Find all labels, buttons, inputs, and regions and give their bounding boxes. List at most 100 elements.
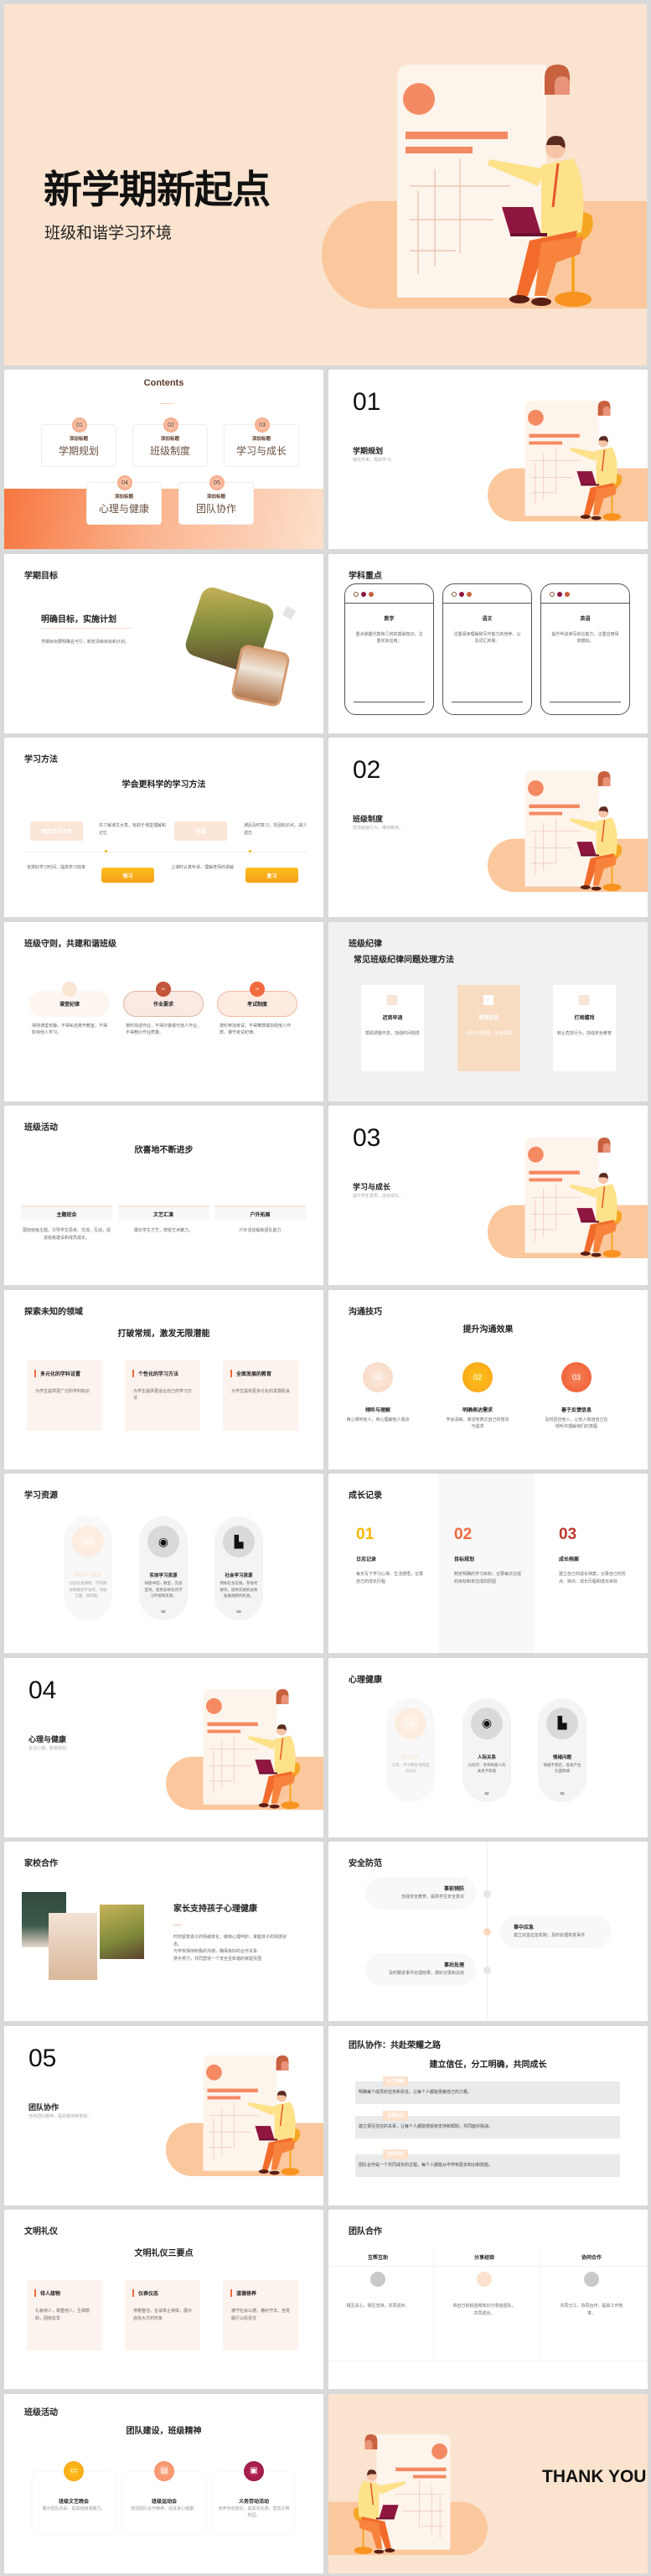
goals-heading: 明确目标，实施计划	[41, 614, 116, 625]
subject-title: 语文	[482, 616, 493, 622]
rule-text: 按时参加考试，不得舞弊或协助他人作弊，遵守考试纪律。	[220, 1023, 292, 1036]
safety-text: 及时跟进事件处理结果，做好记录和总结	[388, 1971, 464, 1976]
safety-pill: 事中应急 建立完善应急机制，及时处理突发事件	[500, 1915, 611, 1948]
teacher-illustration	[166, 2055, 323, 2176]
mental-slide: 心理健康 🖼 压力过大 工作、学习和生活的压力过大 01 ◉ 人际关系 与同学、…	[328, 1657, 648, 1837]
section-title: 团队协作	[28, 2102, 59, 2112]
subject-card: 语文 注重阅读理解和写作能力的培养，以及词汇积累。	[442, 583, 532, 715]
discipline-card: 01 迟到早退 帮助调整作息，加强时间观念	[361, 984, 424, 1071]
item-tag: 添加标题	[69, 437, 88, 442]
card-text: 穿着整洁，言谈举止得体，展示自信大方的形象	[133, 2309, 193, 2321]
event-title: 义务劳动活动	[238, 2499, 269, 2505]
item-number-badge: 04	[117, 475, 132, 490]
pill-number: 02	[161, 1609, 166, 1614]
step-circle: 01	[363, 1361, 393, 1392]
pill-title: 网络学习资源	[74, 1573, 102, 1578]
section-01-slide: 01 学期规划 继往开来，再启学习。	[328, 370, 648, 549]
subject-card: 英语 提升听说读写综合能力，注重应用场景模拟。	[540, 583, 630, 715]
divider	[433, 2247, 434, 2361]
rule-number-badge: 02	[156, 981, 171, 997]
activity-text: 围绕班级主题，引导学生思考、交流、互动，促进班级建设和成员成长。	[23, 1228, 111, 1241]
pill-title: 人际关系	[477, 1754, 496, 1760]
methods-slide: 学习方法 学会更科学的学习方法 制定学习计划 安排好学习时间，提高学习效率 先了…	[4, 738, 323, 917]
photo-books	[100, 1905, 144, 1959]
classevents-heading: 团队建设，班级精神	[126, 2426, 202, 2436]
divider	[173, 1925, 182, 1926]
resource-pill: 🖼 压力过大 工作、学习和生活的压力过大 01	[386, 1697, 435, 1802]
image-icon: 🖼	[72, 1526, 104, 1558]
card-text: 礼貌待人，尊重他人，互相帮助，团结友爱	[35, 2309, 90, 2321]
record-number: 02	[454, 1526, 473, 1543]
slide-header: 沟通技巧	[349, 1307, 382, 1317]
pill-text: 工作、学习和生活的压力过大	[391, 1762, 430, 1774]
pill-number: 01	[408, 1791, 413, 1796]
section-number: 05	[28, 2044, 57, 2072]
slide-header: 探索未知的领域	[24, 1307, 83, 1317]
column-text: 共同分工，协同合作，提高工作效率。	[560, 2304, 623, 2316]
pill-title: 情绪问题	[552, 1754, 571, 1760]
teamroad-heading: 建立信任，分工明确，共同成长	[429, 2060, 547, 2070]
goals-slide: 学期目标 明确目标，实施计划 学期目标要明确且可行，制定清晰目标和计划。	[4, 553, 323, 733]
communication-heading: 提升沟通效果	[462, 1324, 514, 1335]
pill-text: 包括在线课程、学科网站和教育平台等，内容全面、易获取。	[69, 1581, 107, 1599]
slide-header: 学期目标	[24, 571, 58, 581]
item-label: 学习与成长	[235, 445, 287, 457]
card-text: 为学生提供更多元化的发展机会	[231, 1388, 291, 1394]
pill-number: 02	[484, 1791, 489, 1796]
methods-heading: 学会更科学的学习方法	[121, 780, 206, 790]
homeschool-slide: 家校合作 家长支持孩子心理健康 时刻留意孩子的情绪变化，做到心理呵护，掌握孩子的…	[4, 1842, 323, 2021]
event-title: 班级运动会	[151, 2499, 177, 2505]
item-number-badge: 03	[255, 417, 270, 433]
section-number: 02	[353, 756, 381, 784]
slide-header: 团队合作	[349, 2227, 382, 2237]
rules-slide: 班级守则，共建和谐班级 课堂纪律 01 保持课堂安静，不得私自离开教室，不得影响他人…	[4, 921, 323, 1101]
card-title: 全面发展的教育	[230, 1369, 271, 1377]
safety-title: 事中应急	[514, 1926, 535, 1931]
etiquette-slide: 文明礼仪 文明礼仪三要点 待人接物 礼貌待人，尊重他人，互相帮助，团结友爱 仪表…	[4, 2210, 323, 2389]
rule-title: 课堂纪律	[59, 1002, 80, 1008]
slide-header: 团队协作：共赴荣耀之路	[349, 2040, 441, 2050]
pill-number: 03	[560, 1791, 565, 1796]
rule-text: 保持课堂安静，不得私自离开教室，不得影响他人学习。	[32, 1023, 108, 1036]
slide-header: 学习方法	[24, 755, 58, 765]
info-card: 多元化的学科设置 为学生提供更广泛的学科知识	[27, 1360, 102, 1431]
item-tag: 添加标题	[114, 495, 133, 500]
step-button: 复习	[245, 868, 298, 883]
armchair-icon: ▙	[223, 1526, 255, 1558]
card-text: 引导专注课堂，适当提醒	[465, 1030, 512, 1036]
contents-title: Contents	[143, 378, 184, 388]
timeline-dot	[483, 1967, 491, 1974]
communication-slide: 沟通技巧 提升沟通效果 01 倾听与理解 用心倾听他人，用心理解他人观点 02 明确表达…	[328, 1289, 648, 1469]
record-text: 每天写下学习心得、生活感悟，记录自己的成长历程	[356, 1572, 424, 1584]
window-dots	[452, 591, 472, 597]
info-card: 全面发展的教育 为学生提供更多元化的发展机会	[223, 1360, 298, 1431]
pill-number: 03	[236, 1609, 241, 1614]
contents-item: 04 添加标题 心理与健康	[86, 475, 162, 525]
item-label: 学期规划	[58, 445, 99, 457]
thankyou-slide: THANK YOU	[328, 2393, 648, 2573]
safety-pill: 事后处理 及时跟进事件处理结果，做好记录和总结	[365, 1953, 476, 1986]
step-title: 明确表达需求	[462, 1407, 493, 1413]
step-title: 善于反馈信息	[561, 1407, 592, 1413]
item-label: 心理与健康	[98, 503, 149, 515]
step-text: 上课时认真听讲，理解老师的讲解	[171, 865, 235, 870]
growth-slide: 成长记录 01 日志记录 每天写下学习心得、生活感悟，记录自己的成长历程 02 目标规划…	[328, 1474, 648, 1653]
step-button: 预习	[101, 868, 154, 883]
road-text: 明确每个成员的任务和责任，让每个人都能贡献自己的力量。	[359, 2089, 473, 2095]
item-label: 团队协作	[195, 503, 236, 515]
pill-text: 情绪不稳定，容易产生负面情绪	[543, 1762, 581, 1774]
photo-book	[230, 642, 292, 708]
info-card: 道德修养 遵守社会公德，遵纪守法，自觉履行公民责任	[223, 2280, 298, 2351]
step-text: 学会清晰、简洁地表达自己的想法与需求	[446, 1417, 509, 1430]
column-title: 分享经验	[473, 2256, 494, 2261]
rule-text: 按时完成作业，不得抄袭或代他人作业，不得敷衍作业质量。	[126, 1023, 202, 1036]
item-tag: 添加标题	[251, 437, 271, 442]
bag-icon: ▣	[244, 2460, 264, 2481]
timeline-dot	[249, 850, 251, 853]
card-text: 帮助调整作息，加强时间观念	[365, 1030, 421, 1036]
event-card: 义务劳动活动 培养劳动意识，提高责任感，营造文明校园。	[213, 2472, 295, 2534]
image-icon: 🖼	[395, 1707, 426, 1739]
safety-text: 加强安全教育，提高学生安全意识	[400, 1894, 464, 1900]
column-text: 相互关心，相互支持，共同进步。	[346, 2304, 410, 2309]
info-card: 个性化的学习方法 为学生提供更适合自己的学习方法	[125, 1360, 200, 1431]
